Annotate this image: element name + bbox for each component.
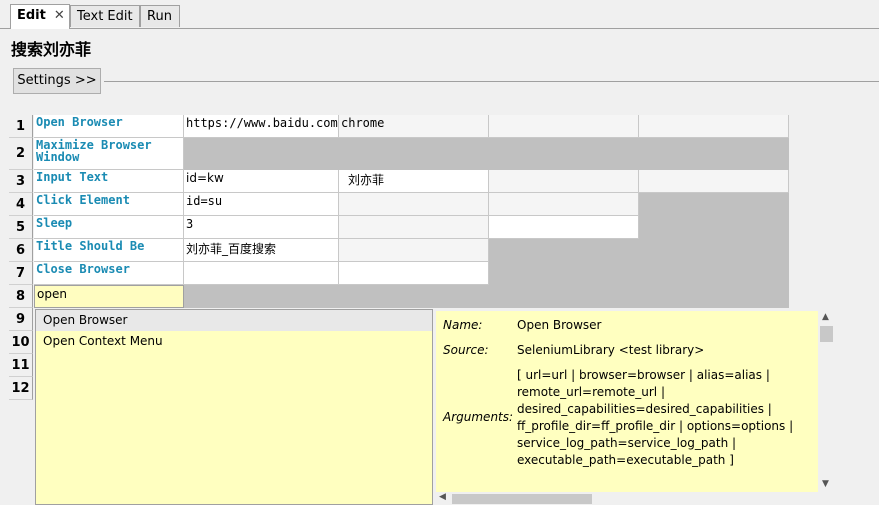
argument-cell[interactable]: [639, 170, 789, 193]
argument-cell[interactable]: [489, 216, 639, 239]
settings-button[interactable]: Settings >>: [13, 68, 101, 94]
keyword-doc-panel: Name: Open Browser Source: SeleniumLibra…: [436, 311, 818, 492]
argument-cell[interactable]: [639, 193, 789, 216]
argument-cell[interactable]: [639, 285, 789, 308]
argument-cell[interactable]: [639, 216, 789, 239]
argument-cell[interactable]: [184, 262, 339, 285]
argument-cell[interactable]: [489, 138, 639, 170]
argument-cell[interactable]: [339, 285, 489, 308]
argument-cell[interactable]: [184, 138, 339, 170]
row-number: 6: [9, 239, 33, 262]
argument-cell[interactable]: [489, 193, 639, 216]
close-icon[interactable]: ✕: [54, 8, 65, 23]
argument-cell[interactable]: https://www.baidu.com: [184, 115, 339, 138]
keyword-cell[interactable]: Sleep: [34, 216, 184, 239]
autocomplete-item[interactable]: Open Context Menu: [36, 331, 432, 352]
keyword-cell[interactable]: Click Element: [34, 193, 184, 216]
doc-arguments-label: Arguments:: [443, 410, 514, 424]
doc-name-value: Open Browser: [517, 318, 602, 332]
tab-bar: Edit ✕ Text Edit Run: [0, 0, 879, 30]
row-number: 2: [9, 138, 33, 170]
argument-cell[interactable]: 3: [184, 216, 339, 239]
argument-cell[interactable]: 刘亦菲_百度搜索: [184, 239, 339, 262]
argument-cell[interactable]: [489, 262, 639, 285]
argument-cell[interactable]: 刘亦菲: [339, 170, 489, 193]
argument-cell[interactable]: [639, 115, 789, 138]
row-number: 10: [9, 331, 33, 354]
argument-cell[interactable]: [339, 193, 489, 216]
scroll-left-icon[interactable]: ◀: [439, 492, 446, 502]
row-number: 5: [9, 216, 33, 239]
keyword-cell[interactable]: Open Browser: [34, 115, 184, 138]
row-number: 4: [9, 193, 33, 216]
doc-vertical-scrollbar[interactable]: ▲ ▼: [818, 311, 835, 492]
settings-divider: [104, 81, 879, 82]
argument-cell[interactable]: [339, 216, 489, 239]
row-number: 9: [9, 308, 33, 331]
argument-cell[interactable]: [489, 115, 639, 138]
argument-cell[interactable]: chrome: [339, 115, 489, 138]
argument-cell[interactable]: [184, 285, 339, 308]
autocomplete-item[interactable]: Open Browser: [36, 310, 432, 331]
argument-cell[interactable]: [489, 285, 639, 308]
autocomplete-list[interactable]: Open Browser Open Context Menu: [35, 309, 433, 505]
doc-name-label: Name:: [443, 318, 483, 332]
scroll-down-icon[interactable]: ▼: [822, 479, 829, 489]
argument-cell[interactable]: [489, 170, 639, 193]
scroll-up-icon[interactable]: ▲: [822, 312, 829, 322]
keyword-cell[interactable]: Maximize Browser Window: [34, 138, 184, 170]
row-number: 8: [9, 285, 33, 308]
argument-cell[interactable]: id=su: [184, 193, 339, 216]
doc-source-value: SeleniumLibrary <test library>: [517, 343, 705, 357]
keyword-cell[interactable]: Title Should Be: [34, 239, 184, 262]
argument-cell[interactable]: [639, 239, 789, 262]
doc-arguments-value: [ url=url | browser=browser | alias=alia…: [517, 368, 794, 467]
row-number: 11: [9, 354, 33, 377]
scroll-thumb[interactable]: [452, 494, 592, 504]
scroll-thumb[interactable]: [820, 326, 833, 342]
row-number: 7: [9, 262, 33, 285]
row-number: 12: [9, 377, 33, 400]
tab-text-edit[interactable]: Text Edit: [70, 5, 140, 27]
keyword-edit-input[interactable]: open: [34, 285, 184, 308]
tab-edit-label: Edit: [17, 8, 46, 23]
keyword-cell[interactable]: Input Text: [34, 170, 184, 193]
row-number: 3: [9, 170, 33, 193]
tab-run[interactable]: Run: [140, 5, 180, 27]
argument-cell[interactable]: [339, 138, 489, 170]
doc-horizontal-scrollbar[interactable]: ◀: [436, 492, 818, 505]
row-number: 1: [9, 115, 33, 138]
argument-cell[interactable]: id=kw: [184, 170, 339, 193]
argument-cell[interactable]: [639, 138, 789, 170]
doc-source-label: Source:: [443, 343, 489, 357]
argument-cell[interactable]: [339, 262, 489, 285]
argument-cell[interactable]: [339, 239, 489, 262]
argument-cell[interactable]: [489, 239, 639, 262]
argument-cell[interactable]: [639, 262, 789, 285]
tab-edit[interactable]: Edit ✕: [10, 4, 70, 29]
page-title: 搜索刘亦菲: [11, 40, 92, 59]
keyword-cell[interactable]: Close Browser: [34, 262, 184, 285]
